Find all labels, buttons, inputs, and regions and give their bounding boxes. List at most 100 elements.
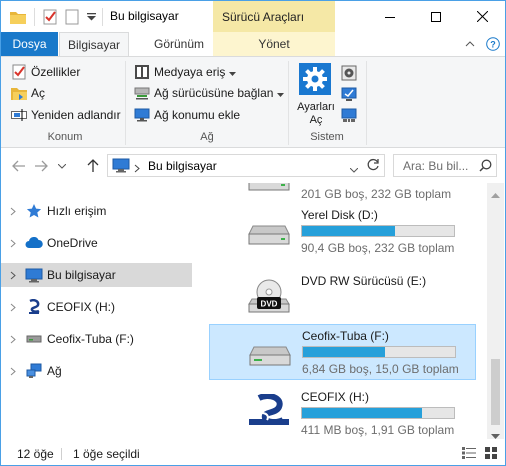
nav-item-ceofix-h[interactable]: CEOFIX (H:) [1,295,192,319]
ceofix-logo-icon [25,299,43,315]
scroll-up-icon[interactable] [491,187,500,201]
open-settings-button[interactable]: Ayarları Aç [294,61,338,127]
group-label-sistem: Sistem [310,131,344,143]
network-location-icon [134,107,150,123]
item-count: 12 öğe [17,447,54,461]
expand-chevron-icon[interactable] [1,303,25,312]
ribbon-separator [125,61,126,145]
properties-button[interactable]: Özellikler [11,62,80,82]
refresh-icon[interactable] [366,158,380,175]
tab-manage[interactable]: Yönet [213,32,335,56]
ribbon-tabs: Dosya Bilgisayar Görünüm Yönet ? [1,32,505,57]
drive-item-d[interactable]: Yerel Disk (D:) 90,4 GB boş, 232 GB topl… [209,204,476,260]
map-network-drive-button[interactable]: Ağ sürücüsüne bağlan [134,83,285,103]
search-input[interactable]: Ara: Bu bil... [393,154,497,177]
minimize-ribbon-icon[interactable] [463,36,477,52]
hard-drive-icon [248,183,290,191]
manage-computer-icon[interactable] [341,107,357,123]
network-drive-icon [134,85,150,101]
drive-item[interactable]: 201 GB boş, 232 GB toplam [209,183,476,206]
ceofix-logo-icon [249,394,289,426]
vertical-scrollbar[interactable] [487,183,504,439]
drive-usage-bar [301,407,455,419]
selection-count: 1 öğe seçildi [73,447,140,461]
drive-item-f[interactable]: Ceofix-Tuba (F:) 6,84 GB boş, 15,0 GB to… [209,324,476,380]
drive-item-e[interactable]: DVD DVD RW Sürücüsü (E:) [209,270,476,326]
navigation-pane: Hızlı erişim OneDrive Bu bilgisayar CEOF… [1,183,193,439]
media-access-button[interactable]: Medyaya eriş [134,62,237,82]
help-icon[interactable]: ? [485,36,501,52]
expand-chevron-icon[interactable] [1,207,25,216]
tab-file[interactable]: Dosya [1,32,58,56]
open-button[interactable]: Aç [11,83,45,103]
close-button[interactable] [459,1,505,32]
nav-item-onedrive[interactable]: OneDrive [1,231,192,255]
usb-drive-icon [25,331,43,347]
group-label-ag: Ağ [200,131,214,143]
drive-item-h[interactable]: CEOFIX (H:) 411 MB boş, 1,91 GB toplam [209,386,476,439]
drive-name: CEOFIX (H:) [301,390,369,404]
drive-usage-bar [301,225,455,237]
explorer-window: Bu bilgisayar Sürücü Araçları Dosya Bilg… [0,0,506,466]
address-bar[interactable]: Bu bilgisayar [107,154,385,177]
window-title: Bu bilgisayar [110,9,179,23]
expand-chevron-icon[interactable] [1,367,25,376]
network-icon [25,363,43,379]
tab-view[interactable]: Görünüm [135,32,223,56]
ribbon-separator [288,61,289,145]
nav-item-quick-access[interactable]: Hızlı erişim [1,199,192,223]
breadcrumb[interactable]: Bu bilgisayar [148,159,217,173]
cloud-icon [25,235,43,251]
dvd-label: DVD [261,300,278,309]
maximize-button[interactable] [413,1,459,32]
chevron-down-icon [277,86,285,100]
drive-name: DVD RW Sürücüsü (E:) [301,274,427,288]
drive-name: Ceofix-Tuba (F:) [302,329,389,343]
rename-icon [11,107,27,123]
rename-button[interactable]: Yeniden adlandır [11,105,121,125]
app-folder-icon[interactable] [9,8,27,26]
quick-access-dropdown-icon[interactable] [85,8,97,26]
drive-free-space: 411 MB boş, 1,91 GB toplam [301,423,455,437]
nav-item-this-pc[interactable]: Bu bilgisayar [1,263,192,287]
forward-button[interactable] [31,156,51,176]
recent-locations-button[interactable] [55,156,69,176]
minimize-button[interactable] [367,1,413,32]
drive-usage-bar [302,346,456,358]
uninstall-program-icon[interactable] [341,65,357,81]
hard-drive-icon [248,225,290,245]
scrollbar-thumb[interactable] [491,359,500,425]
drive-free-space: 90,4 GB boş, 232 GB toplam [301,241,455,255]
tab-computer[interactable]: Bilgisayar [59,32,129,57]
nav-item-network[interactable]: Ağ [1,359,192,383]
svg-text:?: ? [490,40,496,50]
title-bar: Bu bilgisayar Sürücü Araçları [1,1,505,32]
drive-free-space: 6,84 GB boş, 15,0 GB toplam [302,362,459,376]
ribbon-separator [366,61,367,145]
search-icon[interactable] [479,159,492,175]
breadcrumb-chevron-icon[interactable] [134,162,140,176]
scroll-down-icon[interactable] [491,429,500,443]
expand-chevron-icon[interactable] [1,335,25,344]
ribbon: Özellikler Aç Yeniden adlandır Konum Med… [1,56,505,148]
nav-item-ceofix-tuba-f[interactable]: Ceofix-Tuba (F:) [1,327,192,351]
media-icon [134,64,150,80]
star-icon [25,203,43,219]
address-history-dropdown-icon[interactable] [349,162,359,176]
expand-chevron-icon[interactable] [1,271,25,280]
expand-chevron-icon[interactable] [1,239,25,248]
up-button[interactable] [83,156,103,176]
drive-free-space: 201 GB boş, 232 GB toplam [301,187,452,201]
details-view-icon[interactable] [461,446,477,460]
chevron-down-icon [229,65,237,79]
large-icons-view-icon[interactable] [483,446,499,460]
drive-name: Yerel Disk (D:) [301,208,378,222]
status-bar: 12 öğe 1 öğe seçildi [1,442,505,465]
computer-icon [25,267,43,283]
back-button[interactable] [9,156,29,176]
properties-quick-icon[interactable] [41,8,59,26]
new-folder-quick-icon[interactable] [63,8,81,26]
properties-icon [11,64,27,80]
add-network-location-button[interactable]: Ağ konumu ekle [134,105,240,125]
system-properties-icon[interactable] [341,86,357,102]
